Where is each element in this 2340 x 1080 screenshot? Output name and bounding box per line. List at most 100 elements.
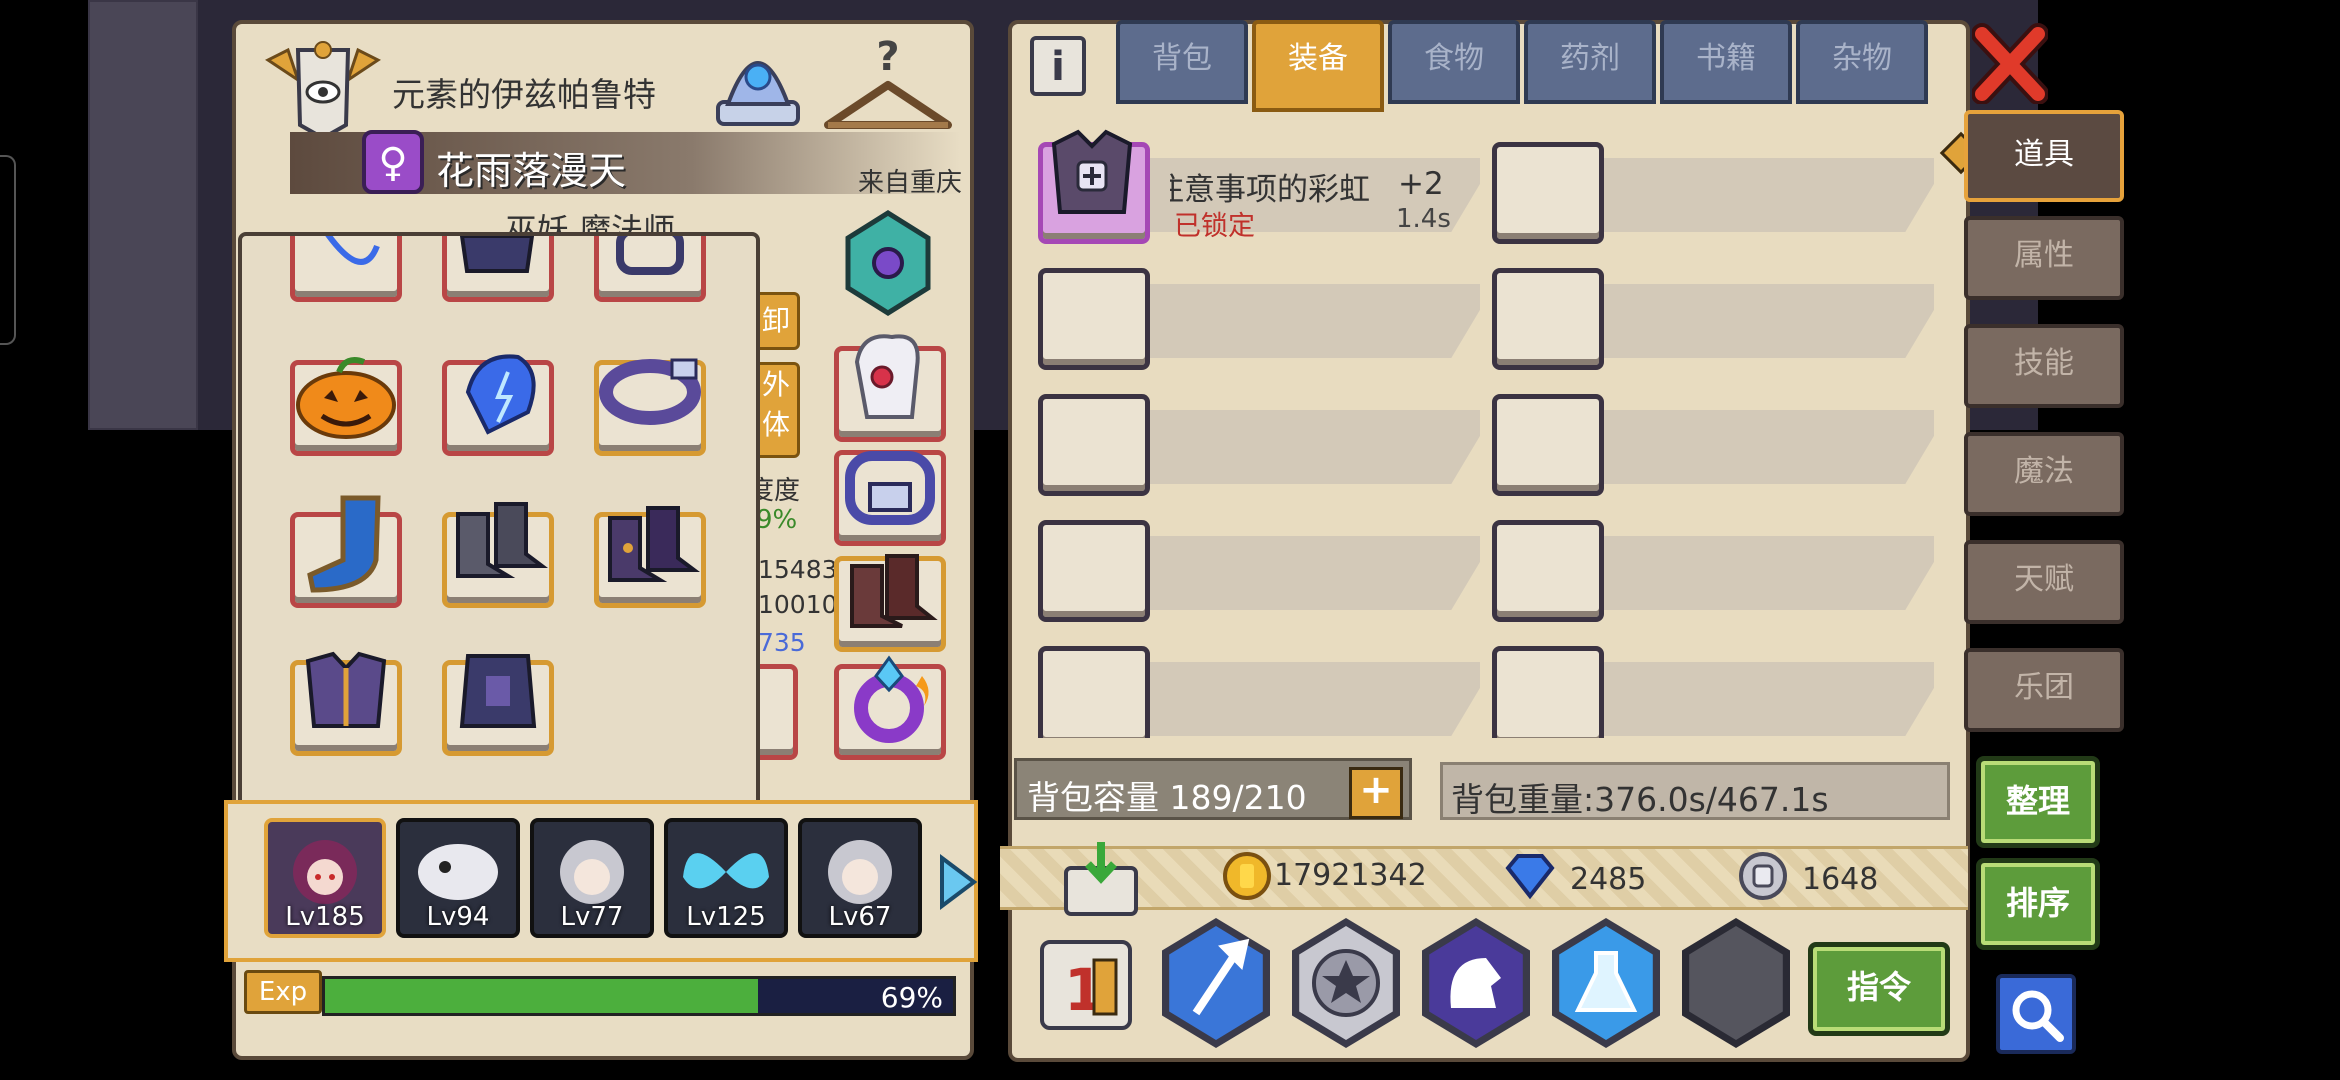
bag-weight-text: 背包重量:376.0s/467.1s (1451, 780, 1829, 819)
item-slot-6[interactable] (1492, 394, 1604, 496)
fishing-hook-icon (302, 236, 392, 286)
side-tab-magic[interactable]: 魔法 (1964, 432, 2124, 516)
item-weight: 1.4s (1396, 204, 1451, 234)
portrait-creature-icon (418, 844, 498, 900)
command-button[interactable]: 指令 (1808, 942, 1950, 1036)
tab-books[interactable]: 书籍 (1660, 20, 1792, 104)
empty-hex-inner (1689, 926, 1783, 1040)
equipment-popup (238, 232, 760, 808)
bag-capacity-box: 背包容量 189/210 + (1014, 758, 1412, 820)
item-slot-5[interactable] (1038, 394, 1150, 496)
bag-weight-box: 背包重量:376.0s/467.1s (1440, 762, 1950, 820)
crystal-skin-button[interactable] (708, 32, 808, 132)
item-name: 注意事项的彩虹』 (1170, 172, 1370, 208)
gray-boots-icon (446, 494, 550, 590)
stat-value-2: 10010 (758, 590, 838, 619)
background-edge-marker (0, 155, 16, 345)
background-tile (88, 0, 198, 430)
party-level-2: Lv94 (426, 902, 490, 932)
fire-ring-icon (834, 646, 944, 746)
portrait-butterfly-icon (683, 853, 769, 889)
dark-belt-icon (598, 352, 702, 432)
stat-percent: 9% (756, 505, 798, 535)
gender-female-icon: ♀ (362, 130, 424, 194)
character-class: 巫妖 魔法师 (505, 211, 676, 233)
blue-boot-icon (298, 490, 398, 600)
exp-percent: 69% (880, 981, 943, 1014)
party-next-arrow-icon[interactable] (934, 852, 980, 912)
stat-value-3: 735 (758, 628, 806, 657)
side-menu: 道具 属性 技能 魔法 天赋 乐团 (1939, 104, 2130, 754)
pumpkin-icon (294, 350, 398, 440)
item-slot-3[interactable] (1038, 268, 1150, 370)
party-level-3: Lv77 (560, 902, 624, 932)
dark-armor-icon (450, 646, 546, 742)
exp-bar-track: 69% (322, 976, 956, 1016)
deposit-chest-button[interactable] (1060, 840, 1142, 920)
tab-bag[interactable]: 背包 (1116, 20, 1248, 104)
bag-capacity-text: 背包容量 189/210 (1027, 778, 1307, 817)
party-member-4[interactable]: Lv125 (664, 818, 788, 938)
search-button[interactable] (1996, 974, 2076, 1054)
item-slot-4[interactable] (1492, 268, 1604, 370)
hanger-help-icon[interactable]: ? (818, 30, 958, 140)
bag-icon-partial (610, 236, 690, 276)
armor-icon (298, 646, 394, 742)
side-tab-attributes[interactable]: 属性 (1964, 216, 2124, 300)
organize-button[interactable]: 整理 (1976, 756, 2100, 848)
tab-potion[interactable]: 药剂 (1524, 20, 1656, 104)
search-icon (2012, 990, 2064, 1042)
side-tab-items[interactable]: 道具 (1964, 110, 2124, 202)
party-level-4: Lv125 (686, 902, 766, 932)
item-locked-status: 已锁定 (1174, 211, 1255, 242)
party-member-3[interactable]: Lv77 (530, 818, 654, 938)
tab-bar: 背包 装备 食物 药剂 书籍 杂物 (1116, 20, 1928, 112)
item-slot-2[interactable] (1492, 142, 1604, 244)
gem-icon (1502, 850, 1558, 902)
portrait-witch-icon (293, 840, 357, 904)
party-member-1[interactable]: Lv185 (264, 818, 386, 938)
helmet-icon-partial (457, 236, 537, 276)
stat-value-1: 15483 (758, 555, 838, 584)
gold-coin-icon (1222, 850, 1272, 902)
silver-amount: 1648 (1802, 862, 1879, 897)
character-title: 元素的伊兹帕鲁特 (392, 75, 656, 114)
portrait-maid2-icon (828, 840, 892, 904)
tab-equipment[interactable]: 装备 (1252, 20, 1384, 112)
side-tab-band[interactable]: 乐团 (1964, 648, 2124, 732)
party-level-1: Lv185 (285, 902, 365, 932)
exp-bar-fill (325, 979, 759, 1013)
item-slot-9[interactable] (1038, 646, 1150, 738)
belt-icon (842, 446, 938, 530)
svg-text:?: ? (876, 34, 899, 80)
equip-slot-partial[interactable] (758, 664, 798, 760)
lightning-gauntlet-icon (448, 342, 548, 442)
info-button[interactable]: i (1030, 36, 1086, 96)
shield-emblem-icon[interactable] (838, 208, 938, 318)
tab-food[interactable]: 食物 (1388, 20, 1520, 104)
bag-expand-button[interactable]: + (1349, 767, 1403, 819)
character-origin: 来自重庆 (858, 168, 963, 198)
side-tab-talent[interactable]: 天赋 (1964, 540, 2124, 624)
chest-armor-icon (1040, 122, 1144, 226)
tab-misc[interactable]: 杂物 (1796, 20, 1928, 104)
party-level-5: Lv67 (828, 902, 892, 932)
inventory-list: 注意事项的彩虹』 +2 已锁定 1.4s (1030, 118, 1948, 738)
item-slot-8[interactable] (1492, 520, 1604, 622)
character-name: 花雨落漫天 (436, 149, 627, 193)
guild-emblem-icon (258, 30, 388, 141)
boots-icon (842, 546, 938, 638)
close-button[interactable] (1971, 22, 2049, 105)
item-slot-7[interactable] (1038, 520, 1150, 622)
quick-slot-123-button[interactable]: 1 (1040, 940, 1132, 1030)
party-member-2[interactable]: Lv94 (396, 818, 520, 938)
dark-boots-icon (598, 498, 702, 590)
party-member-5[interactable]: Lv67 (798, 818, 922, 938)
gem-amount: 2485 (1570, 862, 1647, 897)
item-slot-10[interactable] (1492, 646, 1604, 738)
sort-button[interactable]: 排序 (1976, 858, 2100, 950)
gold-amount: 17921342 (1274, 858, 1427, 893)
silver-coin-icon (1738, 850, 1788, 902)
side-tab-skills[interactable]: 技能 (1964, 324, 2124, 408)
portrait-maid-icon (560, 840, 624, 904)
